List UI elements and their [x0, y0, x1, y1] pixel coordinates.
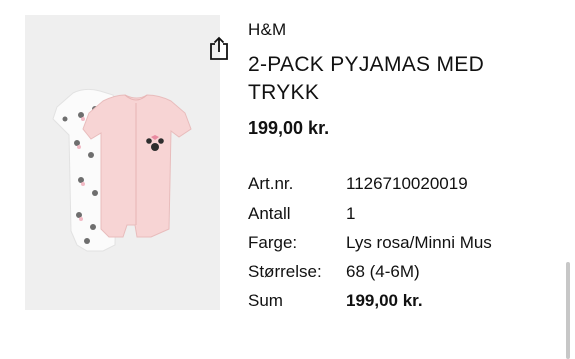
detail-label: Antall: [248, 204, 291, 223]
product-image[interactable]: [25, 15, 228, 310]
detail-label: Sum: [248, 291, 283, 310]
scrollbar[interactable]: [566, 262, 570, 359]
detail-label: Farge:: [248, 233, 298, 252]
detail-label: Størrelse:: [248, 262, 322, 281]
detail-value: 1: [346, 204, 356, 223]
product-title[interactable]: 2-PACK PYJAMAS MED TRYKK: [248, 51, 538, 107]
share-button[interactable]: [206, 35, 236, 65]
detail-value: 1126710020019: [346, 174, 468, 193]
detail-value: 199,00 kr.: [346, 291, 423, 310]
brand-name: H&M: [248, 20, 287, 39]
product-price: 199,00 kr.: [248, 118, 330, 138]
share-icon: [210, 36, 228, 60]
detail-label: Art.nr.: [248, 174, 294, 193]
detail-value: Lys rosa/Minni Mus: [346, 233, 492, 252]
rompers-illustration: [52, 88, 192, 252]
detail-value: 68 (4-6M): [346, 262, 420, 281]
